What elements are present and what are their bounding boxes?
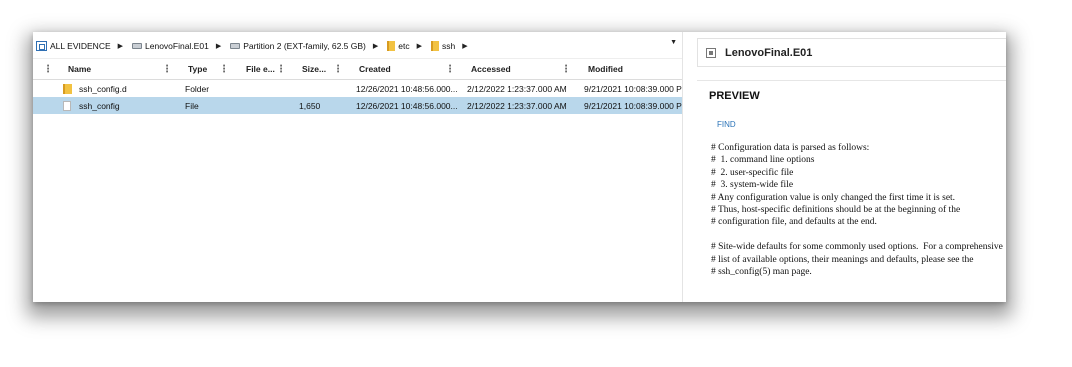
cell-size: 1,650 bbox=[299, 100, 321, 111]
cell-type: File bbox=[185, 100, 199, 111]
application-window: ALL EVIDENCE ▶ LenovoFinal.E01 ▶ Partiti… bbox=[33, 32, 1006, 302]
breadcrumb-label: ssh bbox=[442, 41, 456, 51]
column-header-size[interactable]: Size... bbox=[302, 59, 326, 79]
breadcrumb: ALL EVIDENCE ▶ LenovoFinal.E01 ▶ Partiti… bbox=[33, 38, 682, 54]
column-menu-icon[interactable]: ⋮ bbox=[333, 59, 343, 79]
folder-icon bbox=[63, 83, 72, 94]
breadcrumb-item-ssh[interactable]: ssh bbox=[428, 41, 455, 51]
preview-pane: LenovoFinal.E01 PREVIEW FIND # Configura… bbox=[683, 32, 1006, 302]
preview-pane-title: LenovoFinal.E01 bbox=[725, 46, 813, 59]
drive-icon bbox=[132, 43, 143, 49]
breadcrumb-dropdown-icon[interactable]: ▼ bbox=[670, 39, 677, 46]
breadcrumb-label: LenovoFinal.E01 bbox=[145, 41, 209, 51]
breadcrumb-label: Partition 2 (EXT-family, 62.5 GB) bbox=[243, 41, 366, 51]
evidence-tree-icon bbox=[36, 41, 47, 51]
find-link[interactable]: FIND bbox=[717, 120, 736, 129]
table-row[interactable]: ssh_config.d Folder 12/26/2021 10:48:56.… bbox=[33, 80, 682, 97]
breadcrumb-item-all-evidence[interactable]: ALL EVIDENCE bbox=[33, 41, 111, 51]
file-browser-pane: ALL EVIDENCE ▶ LenovoFinal.E01 ▶ Partiti… bbox=[33, 32, 683, 302]
file-icon bbox=[63, 100, 71, 111]
cell-accessed: 2/12/2022 1:23:37.000 AM bbox=[467, 83, 567, 94]
breadcrumb-separator-icon[interactable]: ▶ bbox=[216, 42, 221, 50]
breadcrumb-label: ALL EVIDENCE bbox=[50, 41, 111, 51]
breadcrumb-item-partition[interactable]: Partition 2 (EXT-family, 62.5 GB) bbox=[227, 41, 366, 51]
column-menu-icon[interactable]: ⋮ bbox=[445, 59, 455, 79]
folder-icon bbox=[387, 41, 396, 51]
column-header-row: ⋮ Name ⋮ Type ⋮ File e... ⋮ Size... ⋮ Cr… bbox=[33, 58, 682, 80]
folder-icon bbox=[431, 41, 439, 51]
cell-modified: 9/21/2021 10:08:39.000 PM bbox=[584, 83, 682, 94]
cell-type: Folder bbox=[185, 83, 210, 94]
column-menu-icon[interactable]: ⋮ bbox=[162, 59, 172, 79]
breadcrumb-separator-icon[interactable]: ▶ bbox=[462, 42, 467, 50]
column-header-created[interactable]: Created bbox=[359, 59, 391, 79]
row-options-grip-icon[interactable]: ⋮ bbox=[43, 59, 53, 79]
drive-icon bbox=[230, 43, 241, 49]
cell-file-extension bbox=[244, 97, 294, 114]
cell-accessed: 2/12/2022 1:23:37.000 AM bbox=[467, 100, 567, 111]
cell-created: 12/26/2021 10:48:56.000... bbox=[356, 100, 458, 111]
column-header-modified[interactable]: Modified bbox=[588, 59, 623, 79]
cell-file-extension bbox=[244, 80, 294, 97]
divider bbox=[697, 80, 1006, 81]
column-header-accessed[interactable]: Accessed bbox=[471, 59, 511, 79]
column-menu-icon[interactable]: ⋮ bbox=[561, 59, 571, 79]
cell-created: 12/26/2021 10:48:56.000... bbox=[356, 83, 458, 94]
cell-name: ssh_config bbox=[63, 97, 183, 114]
breadcrumb-separator-icon[interactable]: ▶ bbox=[373, 42, 378, 50]
column-header-file-extension[interactable]: File e... bbox=[246, 59, 275, 79]
preview-content: # Configuration data is parsed as follow… bbox=[711, 143, 1003, 278]
cell-modified: 9/21/2021 10:08:39.000 PM bbox=[584, 100, 682, 111]
preview-heading: PREVIEW bbox=[709, 90, 760, 102]
column-header-name[interactable]: Name bbox=[68, 59, 91, 79]
breadcrumb-separator-icon[interactable]: ▶ bbox=[118, 42, 123, 50]
preview-pane-titlebar: LenovoFinal.E01 bbox=[697, 38, 1006, 67]
breadcrumb-separator-icon[interactable]: ▶ bbox=[417, 42, 422, 50]
cell-size bbox=[299, 80, 351, 97]
column-menu-icon[interactable]: ⋮ bbox=[219, 59, 229, 79]
column-header-type[interactable]: Type bbox=[188, 59, 207, 79]
breadcrumb-label: etc bbox=[398, 41, 410, 51]
breadcrumb-item-evidence-file[interactable]: LenovoFinal.E01 bbox=[129, 41, 209, 51]
table-row[interactable]: ssh_config File 1,650 12/26/2021 10:48:5… bbox=[33, 97, 682, 114]
evidence-file-icon bbox=[706, 47, 716, 58]
breadcrumb-item-etc[interactable]: etc bbox=[384, 41, 410, 51]
cell-name: ssh_config.d bbox=[63, 80, 183, 97]
column-menu-icon[interactable]: ⋮ bbox=[276, 59, 286, 79]
